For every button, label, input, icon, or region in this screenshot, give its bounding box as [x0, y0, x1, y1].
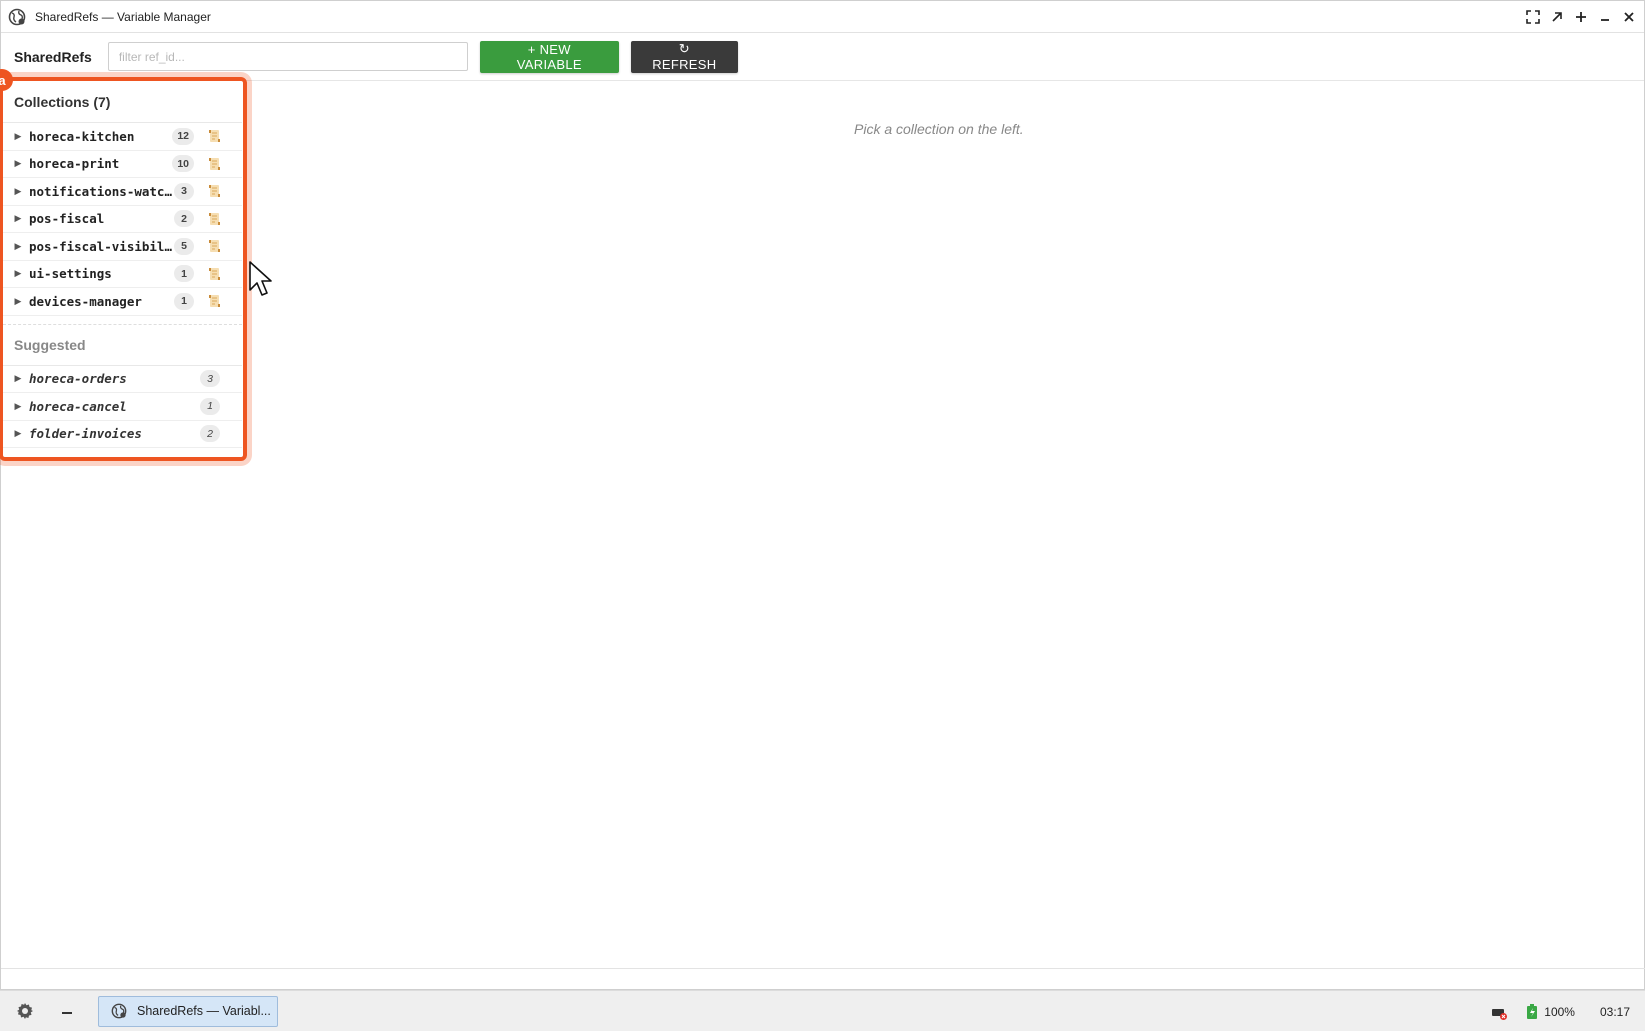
fullscreen-icon[interactable]	[1524, 8, 1542, 26]
battery-icon[interactable]	[1526, 1003, 1538, 1020]
expand-arrow-icon[interactable]: ▶	[3, 131, 29, 142]
scroll-icon[interactable]	[208, 184, 221, 198]
minimize-all-icon[interactable]	[54, 998, 80, 1024]
scroll-icon[interactable]	[208, 294, 221, 308]
taskbar: SharedRefs — Variabl... 100% 03:17	[0, 990, 1645, 1031]
window-controls	[1524, 1, 1638, 33]
suggested-item[interactable]: ▶ folder-invoices 2	[3, 421, 242, 448]
scroll-icon[interactable]	[208, 129, 221, 143]
collections-list: ▶ horeca-kitchen 12 ▶ horeca-print 10 ▶ notific…	[3, 123, 242, 316]
gear-icon[interactable]	[12, 998, 38, 1024]
collections-heading: Collections (7)	[3, 81, 242, 123]
collections-sidebar: Collections (7) ▶ horeca-kitchen 12 ▶ horeca…	[3, 81, 242, 448]
suggested-list: ▶ horeca-orders 3 ▶ horeca-cancel 1 ▶ folder-in…	[3, 366, 242, 448]
expand-arrow-icon[interactable]: ▶	[3, 241, 29, 252]
app-globe-icon	[109, 1001, 129, 1021]
brand-label: SharedRefs	[14, 48, 92, 65]
collection-item[interactable]: ▶ horeca-print 10	[3, 151, 242, 178]
collection-name: pos-fiscal	[29, 211, 105, 227]
scroll-icon[interactable]	[208, 157, 221, 171]
scroll-icon[interactable]	[208, 267, 221, 281]
expand-arrow-icon[interactable]: ▶	[3, 401, 29, 412]
collection-item[interactable]: ▶ ui-settings 1	[3, 261, 242, 288]
collection-name: ui-settings	[29, 266, 112, 282]
suggested-item-name: horeca-orders	[29, 371, 127, 387]
count-badge: 10	[172, 155, 194, 173]
expand-arrow-icon[interactable]: ▶	[3, 158, 29, 169]
count-badge: 1	[174, 265, 194, 283]
count-badge: 1	[174, 292, 194, 310]
collection-item[interactable]: ▶ horeca-kitchen 12	[3, 123, 242, 151]
expand-arrow-icon[interactable]: ▶	[3, 428, 29, 439]
clock[interactable]: 03:17	[1600, 1005, 1630, 1019]
suggested-item[interactable]: ▶ horeca-cancel 1	[3, 393, 242, 421]
expand-arrow-icon[interactable]: ▶	[3, 373, 29, 384]
count-badge: 2	[174, 210, 194, 228]
suggested-item[interactable]: ▶ horeca-orders 3	[3, 366, 242, 393]
count-badge: 5	[174, 237, 194, 255]
collection-name: devices-manager	[29, 293, 142, 309]
count-badge: 2	[200, 425, 220, 443]
minimize-icon[interactable]	[1596, 8, 1614, 26]
expand-arrow-icon[interactable]: ▶	[3, 296, 29, 307]
count-badge: 3	[200, 370, 220, 388]
title-bar: SharedRefs — Variable Manager	[1, 1, 1644, 33]
collection-item[interactable]: ▶ devices-manager 1	[3, 288, 242, 316]
restore-icon[interactable]	[1548, 8, 1566, 26]
filter-input[interactable]	[107, 42, 468, 71]
collection-item[interactable]: ▶ pos-fiscal 2	[3, 206, 242, 233]
app-window: SharedRefs — Variable Manager SharedRefs…	[0, 0, 1645, 990]
status-divider	[1, 968, 1645, 969]
suggested-heading: Suggested	[3, 323, 242, 366]
refresh-button[interactable]: ↻ REFRESH	[630, 40, 738, 73]
collection-item[interactable]: ▶ notifications-watch… 3	[3, 178, 242, 206]
expand-arrow-icon[interactable]: ▶	[3, 213, 29, 224]
app-globe-icon	[7, 7, 27, 27]
count-badge: 3	[174, 182, 194, 200]
collection-name: pos-fiscal-visibili…	[29, 238, 175, 254]
close-icon[interactable]	[1620, 8, 1638, 26]
collection-name: horeca-print	[29, 156, 120, 172]
collection-name: notifications-watch…	[29, 183, 175, 199]
battery-percent: 100%	[1544, 1004, 1575, 1019]
network-disconnected-icon[interactable]	[1490, 1003, 1508, 1021]
system-tray: 100% 03:17	[1490, 991, 1645, 1032]
scroll-icon[interactable]	[208, 212, 221, 226]
mouse-cursor-icon	[249, 261, 272, 296]
count-badge: 1	[200, 397, 220, 415]
new-variable-button[interactable]: + NEW VARIABLE	[479, 40, 619, 73]
expand-arrow-icon[interactable]: ▶	[3, 186, 29, 197]
window-title: SharedRefs — Variable Manager	[35, 9, 211, 24]
count-badge: 12	[172, 127, 194, 145]
taskbar-app-button[interactable]: SharedRefs — Variabl...	[98, 995, 278, 1027]
suggested-item-name: folder-invoices	[29, 426, 142, 442]
scroll-icon[interactable]	[208, 239, 221, 253]
maximize-icon[interactable]	[1572, 8, 1590, 26]
taskbar-app-label: SharedRefs — Variabl...	[137, 1004, 271, 1018]
empty-state-message: Pick a collection on the left.	[854, 121, 1024, 137]
suggested-item-name: horeca-cancel	[29, 398, 127, 414]
expand-arrow-icon[interactable]: ▶	[3, 268, 29, 279]
collection-name: horeca-kitchen	[29, 128, 135, 144]
collection-item[interactable]: ▶ pos-fiscal-visibili… 5	[3, 233, 242, 261]
toolbar: SharedRefs + NEW VARIABLE ↻ REFRESH	[1, 33, 1644, 81]
